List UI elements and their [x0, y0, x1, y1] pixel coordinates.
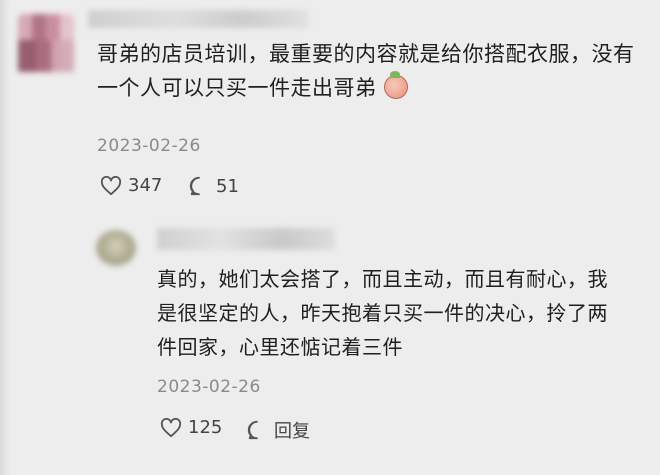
like-count: 347: [128, 175, 163, 196]
reply-label: 回复: [274, 421, 310, 442]
reply-avatar[interactable]: [96, 230, 136, 266]
peach-emoji-icon: [383, 71, 408, 99]
username-blurred[interactable]: [88, 10, 308, 28]
reply-button[interactable]: 回复: [246, 417, 310, 443]
comment-body: 哥弟的店员培训，最重要的内容就是给你搭配衣服，没有一个人可以只买一件走出哥弟: [97, 37, 642, 105]
comment-date: 2023-02-26: [97, 136, 201, 156]
comment-bubble-icon: [247, 420, 258, 440]
heart-icon: [100, 175, 122, 195]
avatar[interactable]: [18, 14, 74, 72]
comment-text: 哥弟的店员培训，最重要的内容就是给你搭配衣服，没有一个人可以只买一件走出哥弟: [97, 42, 635, 100]
comment-count: 51: [216, 175, 239, 197]
reply-username-blurred[interactable]: [157, 228, 335, 250]
reply-like-count: 125: [188, 417, 223, 438]
reply-text: 真的，她们太会搭了，而且主动，而且有耐心，我是很坚定的人，昨天抱着只买一件的决心…: [157, 267, 608, 359]
reply-date: 2023-02-26: [157, 377, 261, 397]
comment-bubble-icon: [189, 176, 200, 196]
like-button[interactable]: 347: [100, 175, 162, 196]
heart-icon: [160, 417, 182, 437]
page-edge: [0, 0, 10, 475]
comment-button[interactable]: 51: [188, 175, 239, 197]
reply-like-button[interactable]: 125: [160, 417, 222, 438]
